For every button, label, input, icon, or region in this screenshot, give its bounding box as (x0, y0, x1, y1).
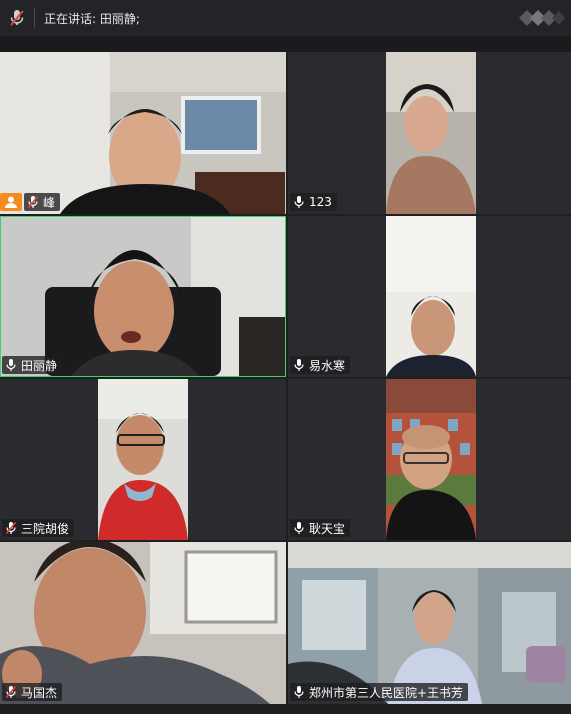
participant-video (98, 379, 188, 540)
participant-label: 123 (290, 193, 337, 211)
participant-video (0, 52, 286, 214)
mic-icon (294, 359, 304, 371)
participant-video (1, 217, 285, 376)
participant-video (288, 542, 571, 704)
mic-icon (294, 686, 304, 698)
participant-name: 马国杰 (21, 685, 58, 700)
video-tile-5[interactable]: 三院胡俊 (0, 379, 286, 540)
logo-icon (519, 10, 565, 26)
mic-icon (294, 522, 304, 534)
top-bar: 正在讲话: 田丽静; (0, 0, 571, 36)
video-tile-6[interactable]: 耿天宝 (288, 379, 571, 540)
user-icon (5, 196, 17, 208)
participant-name: 田丽静 (21, 358, 58, 373)
participant-name: 三院胡俊 (21, 521, 70, 536)
toolbar-divider (34, 8, 35, 28)
participant-video (386, 216, 476, 377)
participant-label: 郑州市第三人民医院+王书芳 (290, 683, 469, 701)
participant-name: 峰 (43, 195, 56, 210)
participant-name: 易水寒 (309, 358, 346, 373)
top-strip (0, 36, 571, 52)
video-tile-1[interactable]: 峰 (0, 52, 286, 214)
video-tile-8[interactable]: 郑州市第三人民医院+王书芳 (288, 542, 571, 704)
host-badge (0, 193, 22, 211)
video-tile-3[interactable]: 田丽静 (0, 216, 286, 377)
participant-video (386, 52, 476, 214)
participant-label: 田丽静 (2, 356, 63, 374)
participant-label: 马国杰 (2, 683, 63, 701)
participant-label: 峰 (24, 193, 61, 211)
participant-video (0, 542, 286, 704)
mic-icon (6, 359, 16, 371)
mic-muted-icon (5, 685, 17, 699)
mic-muted-icon (27, 195, 39, 209)
video-tile-2[interactable]: 123 (288, 52, 571, 214)
participant-name: 郑州市第三人民医院+王书芳 (309, 685, 464, 700)
participant-label: 易水寒 (290, 356, 351, 374)
video-tile-4[interactable]: 易水寒 (288, 216, 571, 377)
participant-name: 123 (309, 195, 332, 209)
video-tile-7[interactable]: 马国杰 (0, 542, 286, 704)
mic-muted-icon (5, 521, 17, 535)
participant-label: 耿天宝 (290, 519, 351, 537)
mic-icon (294, 196, 304, 208)
mic-muted-icon[interactable] (8, 9, 26, 27)
participant-name: 耿天宝 (309, 521, 346, 536)
participant-video (386, 379, 476, 540)
speaking-indicator: 正在讲话: 田丽静; (44, 12, 140, 26)
participant-label: 三院胡俊 (2, 519, 75, 537)
